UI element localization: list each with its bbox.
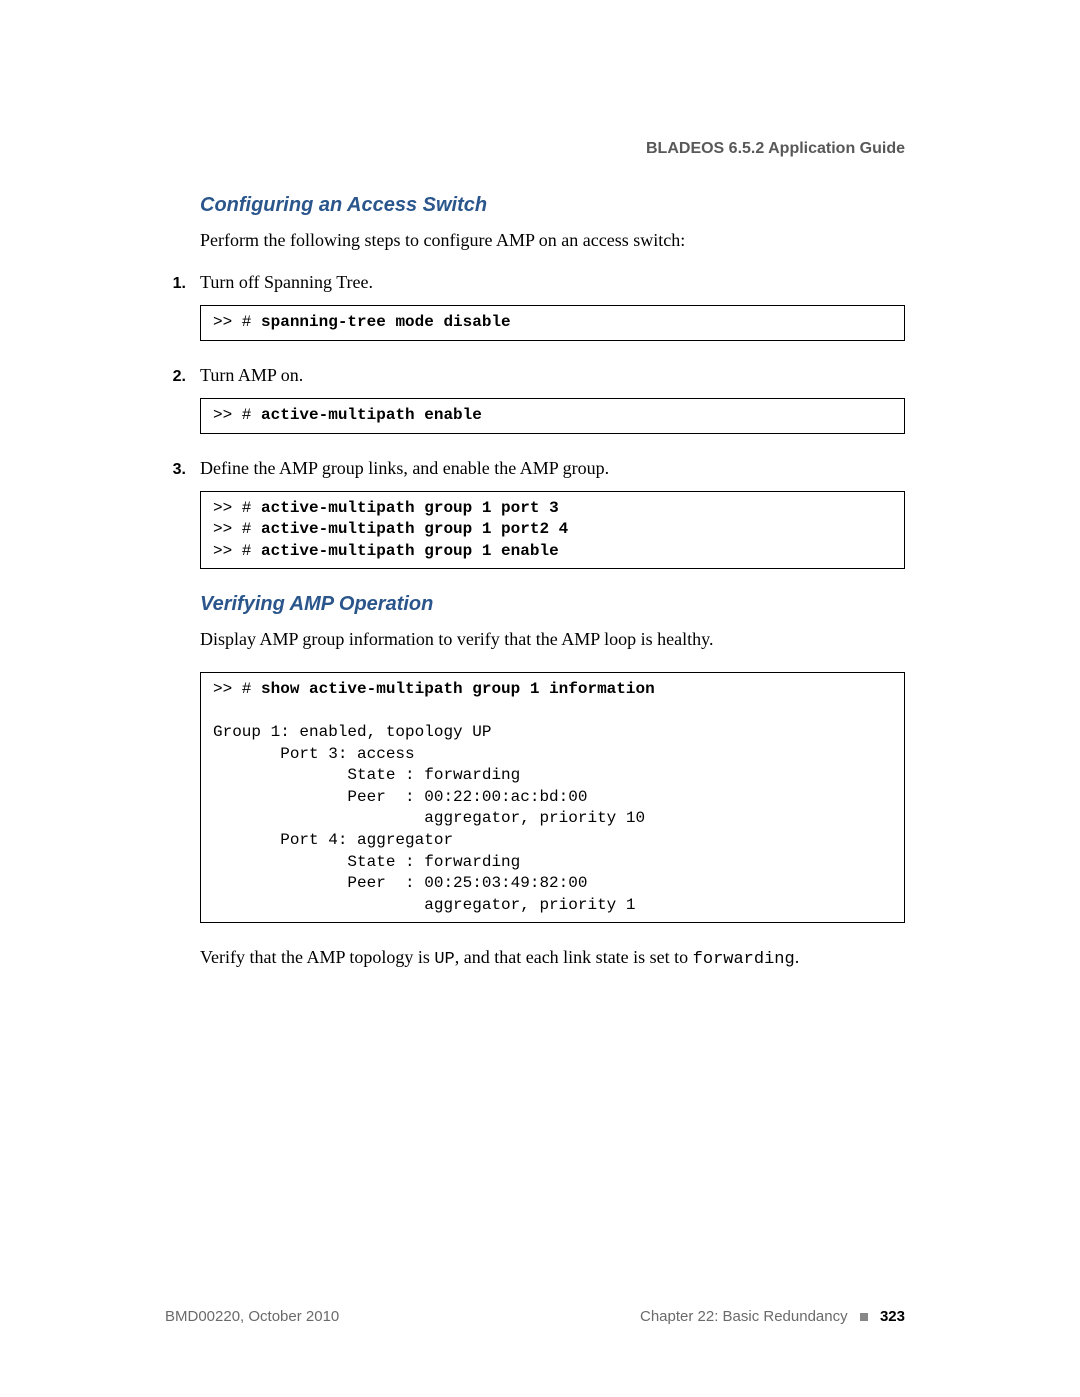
step-2: 2. Turn AMP on. >> # active-multipath en… [200, 365, 905, 434]
step-3: 3. Define the AMP group links, and enabl… [200, 458, 905, 570]
code-command: spanning-tree mode disable [261, 313, 511, 331]
section-heading-verifying: Verifying AMP Operation [200, 593, 905, 616]
verify-text: , and that each link state is set to [455, 947, 693, 967]
footer-page-number: 323 [880, 1308, 905, 1325]
square-bullet-icon [860, 1313, 868, 1321]
step-number: 2. [166, 368, 186, 386]
verify-forwarding-literal: forwarding [693, 950, 795, 969]
verify-up-literal: UP [434, 950, 454, 969]
footer-doc-id: BMD00220, October 2010 [165, 1308, 339, 1325]
code-prompt: >> # [213, 313, 261, 331]
code-prompt: >> # [213, 406, 261, 424]
step-text: Define the AMP group links, and enable t… [200, 458, 609, 479]
code-block-spanning-tree: >> # spanning-tree mode disable [200, 305, 905, 341]
code-command: show active-multipath group 1 informatio… [261, 680, 655, 698]
footer-right: Chapter 22: Basic Redundancy 323 [640, 1308, 905, 1325]
code-block-amp-group: >> # active-multipath group 1 port 3 >> … [200, 491, 905, 570]
code-block-amp-enable: >> # active-multipath enable [200, 398, 905, 434]
verify-text: . [795, 947, 800, 967]
code-command: active-multipath group 1 port 3 [261, 499, 559, 517]
step-text: Turn off Spanning Tree. [200, 272, 373, 293]
step-number: 1. [166, 275, 186, 293]
section-heading-configuring: Configuring an Access Switch [200, 194, 905, 217]
document-header: BLADEOS 6.5.2 Application Guide [200, 140, 905, 158]
page: BLADEOS 6.5.2 Application Guide Configur… [0, 0, 1080, 1397]
code-command: active-multipath group 1 enable [261, 542, 559, 560]
code-command: active-multipath enable [261, 406, 482, 424]
section-intro-verifying: Display AMP group information to verify … [200, 628, 905, 651]
footer-chapter: Chapter 22: Basic Redundancy [640, 1308, 848, 1325]
step-text: Turn AMP on. [200, 365, 303, 386]
verify-text: Verify that the AMP topology is [200, 947, 434, 967]
code-prompt: >> # [213, 542, 261, 560]
code-prompt: >> # [213, 520, 261, 538]
code-prompt: >> # [213, 499, 261, 517]
code-prompt: >> # [213, 680, 261, 698]
code-output: Group 1: enabled, topology UP Port 3: ac… [213, 723, 645, 914]
code-command: active-multipath group 1 port2 4 [261, 520, 568, 538]
code-block-show-amp: >> # show active-multipath group 1 infor… [200, 672, 905, 924]
steps-list: 1. Turn off Spanning Tree. >> # spanning… [200, 272, 905, 569]
page-footer: BMD00220, October 2010 Chapter 22: Basic… [165, 1308, 905, 1325]
verify-sentence: Verify that the AMP topology is UP, and … [200, 947, 905, 969]
step-number: 3. [166, 461, 186, 479]
step-1: 1. Turn off Spanning Tree. >> # spanning… [200, 272, 905, 341]
section-intro-configuring: Perform the following steps to configure… [200, 229, 905, 252]
